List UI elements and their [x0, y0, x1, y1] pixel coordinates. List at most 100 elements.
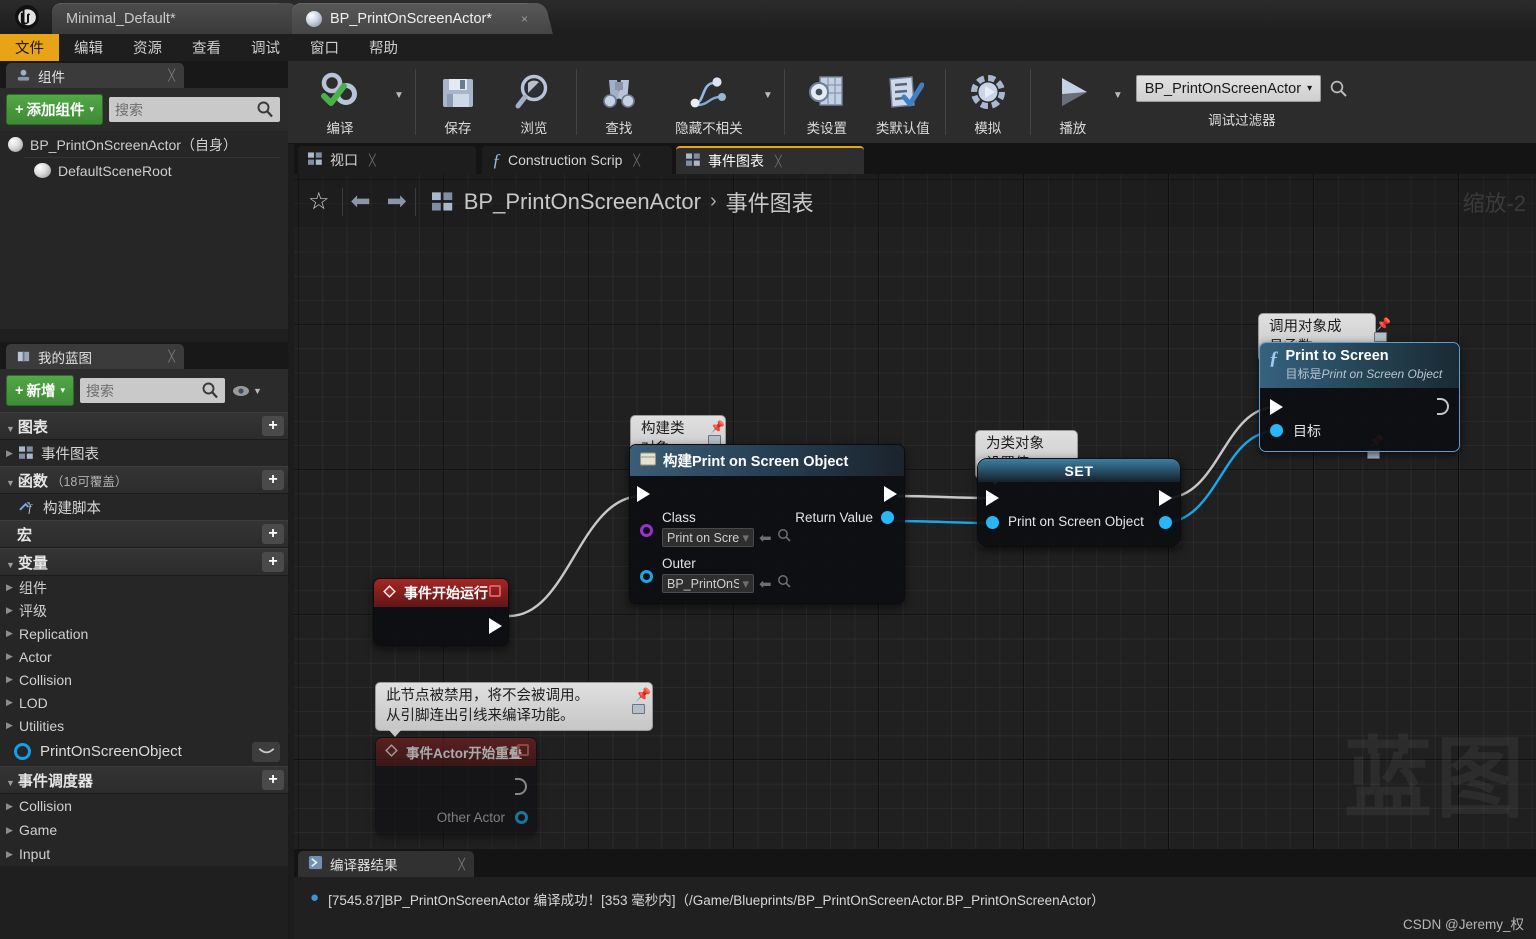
- chevron-right-icon[interactable]: ▶: [6, 674, 14, 685]
- menu-item-edit[interactable]: 编辑: [59, 34, 118, 61]
- toolbar-simulate-button[interactable]: 模拟: [950, 61, 1026, 143]
- node-event-begin-play[interactable]: 事件开始运行: [373, 578, 509, 646]
- delegate-pin-icon[interactable]: [517, 744, 529, 756]
- visibility-eye-icon[interactable]: ▼: [231, 384, 262, 398]
- hide-unrelated-options-caret-icon[interactable]: ▼: [761, 61, 780, 143]
- exec-input-pin[interactable]: [637, 486, 650, 502]
- breadcrumb-root[interactable]: BP_PrintOnScreenActor: [464, 189, 701, 215]
- back-arrow-icon[interactable]: ⬅: [343, 187, 379, 216]
- exec-input-pin[interactable]: [986, 490, 999, 506]
- component-tree-item-defaultsceneroot[interactable]: DefaultSceneRoot: [0, 159, 288, 182]
- add-component-button[interactable]: + 添加组件 ▾: [6, 94, 103, 125]
- chevron-right-icon[interactable]: ▶: [6, 697, 14, 708]
- menu-item-file[interactable]: 文件: [0, 34, 59, 61]
- components-search-input[interactable]: 搜索: [109, 97, 280, 122]
- chevron-right-icon[interactable]: ▶: [6, 448, 14, 459]
- section-header-variables[interactable]: ▼ 变量 +: [0, 548, 288, 576]
- close-icon[interactable]: ×: [521, 12, 528, 26]
- variable-category-actor[interactable]: ▶ Actor: [0, 645, 288, 668]
- variable-category-rating[interactable]: ▶ 评级: [0, 599, 288, 622]
- exec-output-pin[interactable]: [489, 618, 502, 634]
- close-icon[interactable]: ╳: [633, 154, 640, 167]
- chevron-right-icon[interactable]: ▶: [6, 605, 14, 616]
- chevron-right-icon[interactable]: ▶: [6, 651, 14, 662]
- close-icon[interactable]: ╳: [458, 858, 465, 871]
- class-input-pin[interactable]: [640, 524, 653, 537]
- add-function-button[interactable]: +: [262, 470, 284, 490]
- browse-to-asset-icon[interactable]: [777, 574, 791, 593]
- toolbar-hide-unrelated-button[interactable]: 隐藏不相关: [657, 61, 761, 143]
- play-options-caret-icon[interactable]: ▼: [1111, 61, 1130, 143]
- browse-to-asset-icon[interactable]: [777, 528, 791, 547]
- outer-input-pin[interactable]: [640, 570, 653, 583]
- delegate-pin-icon[interactable]: [489, 585, 501, 597]
- outer-value-combo[interactable]: BP_PrintOnScreel ▾: [662, 574, 754, 593]
- unreal-engine-logo-icon[interactable]: [8, 2, 46, 32]
- visibility-eye-icon[interactable]: [252, 741, 280, 762]
- graph-tab-event-graph[interactable]: 事件图表 ╳: [676, 146, 864, 174]
- chevron-right-icon[interactable]: ▶: [6, 849, 14, 860]
- variable-printonscreenobject[interactable]: PrintOnScreenObject: [0, 737, 288, 766]
- add-event-dispatcher-button[interactable]: +: [262, 770, 284, 790]
- exec-output-pin[interactable]: [1159, 490, 1172, 506]
- close-icon[interactable]: ╳: [775, 155, 782, 168]
- variable-category-utilities[interactable]: ▶ Utilities: [0, 714, 288, 737]
- chevron-right-icon[interactable]: ▶: [6, 628, 14, 639]
- bubble-pin-icon[interactable]: 📌: [710, 420, 725, 434]
- close-icon[interactable]: ╳: [369, 154, 376, 167]
- close-icon[interactable]: ╳: [168, 350, 175, 363]
- favorite-star-icon[interactable]: ☆: [304, 187, 342, 216]
- window-tab-minimal-default[interactable]: Minimal_Default*: [52, 3, 292, 34]
- tab-components[interactable]: 组件 ╳: [6, 63, 184, 88]
- node-construct-object-from-class[interactable]: 构建Print on Screen Object Class Print on …: [629, 444, 905, 604]
- dispatcher-category-game[interactable]: ▶ Game: [0, 818, 288, 842]
- dispatcher-category-collision[interactable]: ▶ Collision: [0, 794, 288, 818]
- exec-output-pin[interactable]: [515, 778, 527, 795]
- compiler-log-row[interactable]: ● [7545.87]BP_PrintOnScreenActor 编译成功！[3…: [294, 877, 1536, 909]
- menu-item-debug[interactable]: 调试: [236, 34, 295, 61]
- debug-filter-combo[interactable]: BP_PrintOnScreenActor ▾: [1135, 75, 1322, 102]
- myblueprint-search-input[interactable]: 搜索: [80, 378, 225, 403]
- forward-arrow-icon[interactable]: ➡: [379, 187, 415, 216]
- add-macro-button[interactable]: +: [262, 524, 284, 544]
- section-header-event-dispatchers[interactable]: ▼ 事件调度器 +: [0, 766, 288, 794]
- myblueprint-item-event-graph[interactable]: ▶ 事件图表: [0, 440, 288, 466]
- exec-output-pin[interactable]: [884, 486, 897, 502]
- add-graph-button[interactable]: +: [262, 416, 284, 436]
- bubble-comment-icon[interactable]: [632, 704, 645, 714]
- bubble-comment-icon[interactable]: [1374, 332, 1387, 342]
- toolbar-browse-button[interactable]: 浏览: [496, 61, 572, 143]
- menu-item-view[interactable]: 查看: [177, 34, 236, 61]
- toolbar-class-defaults-button[interactable]: 类默认值: [865, 61, 941, 143]
- object-output-pin[interactable]: [1159, 516, 1172, 529]
- toolbar-class-settings-button[interactable]: 类设置: [789, 61, 865, 143]
- menu-item-assets[interactable]: 资源: [118, 34, 177, 61]
- toolbar-save-button[interactable]: 保存: [420, 61, 496, 143]
- chevron-right-icon[interactable]: ▶: [6, 582, 14, 593]
- exec-output-pin[interactable]: [1437, 398, 1449, 415]
- graph-tab-construction-script[interactable]: ƒ Construction Scrip ╳: [482, 146, 672, 174]
- node-event-actor-begin-overlap[interactable]: 事件Actor开始重叠 Other Actor: [375, 737, 537, 835]
- tab-my-blueprint[interactable]: 我的蓝图 ╳: [6, 344, 184, 369]
- section-header-macros[interactable]: 宏 +: [0, 520, 288, 548]
- return-value-output-pin[interactable]: [881, 511, 894, 524]
- graph-canvas[interactable]: ☆ ⬅ ➡ BP_PrintOnScreenActor › 事件图表 缩放-2 …: [294, 174, 1536, 849]
- window-tab-bp-printonscreenactor[interactable]: BP_PrintOnScreenActor* ×: [292, 3, 540, 34]
- myblueprint-item-construction-script[interactable]: f 构建脚本: [0, 494, 288, 520]
- tab-compiler-results[interactable]: 编译器结果 ╳: [298, 851, 474, 877]
- toolbar-find-button[interactable]: 查找: [581, 61, 657, 143]
- class-value-combo[interactable]: Print on Screen Ol ▾: [662, 528, 754, 547]
- toolbar-compile-button[interactable]: 编译: [288, 61, 392, 143]
- bubble-pin-icon[interactable]: 📌: [1376, 317, 1391, 331]
- chevron-right-icon[interactable]: ▶: [6, 801, 14, 812]
- chevron-right-icon[interactable]: ▶: [6, 720, 14, 731]
- compile-options-caret-icon[interactable]: ▼: [392, 61, 411, 143]
- search-icon[interactable]: [1329, 79, 1348, 98]
- other-actor-output-pin[interactable]: [515, 811, 528, 824]
- object-input-pin[interactable]: [986, 516, 999, 529]
- use-selected-asset-icon[interactable]: ⬅: [759, 529, 772, 547]
- menu-item-window[interactable]: 窗口: [295, 34, 354, 61]
- variable-category-replication[interactable]: ▶ Replication: [0, 622, 288, 645]
- close-icon[interactable]: ╳: [168, 69, 175, 82]
- add-variable-button[interactable]: +: [262, 552, 284, 572]
